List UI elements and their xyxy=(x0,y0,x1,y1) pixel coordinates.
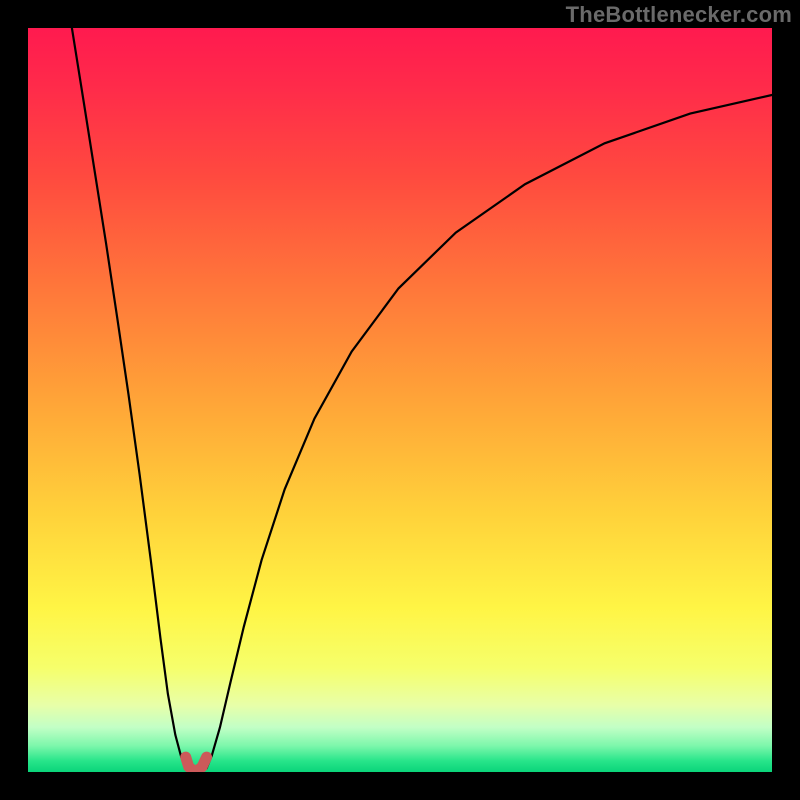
chart-frame: TheBottlenecker.com xyxy=(0,0,800,800)
plot-area xyxy=(28,28,772,772)
gradient-background xyxy=(28,28,772,772)
chart-svg xyxy=(28,28,772,772)
watermark-text: TheBottlenecker.com xyxy=(566,2,792,28)
